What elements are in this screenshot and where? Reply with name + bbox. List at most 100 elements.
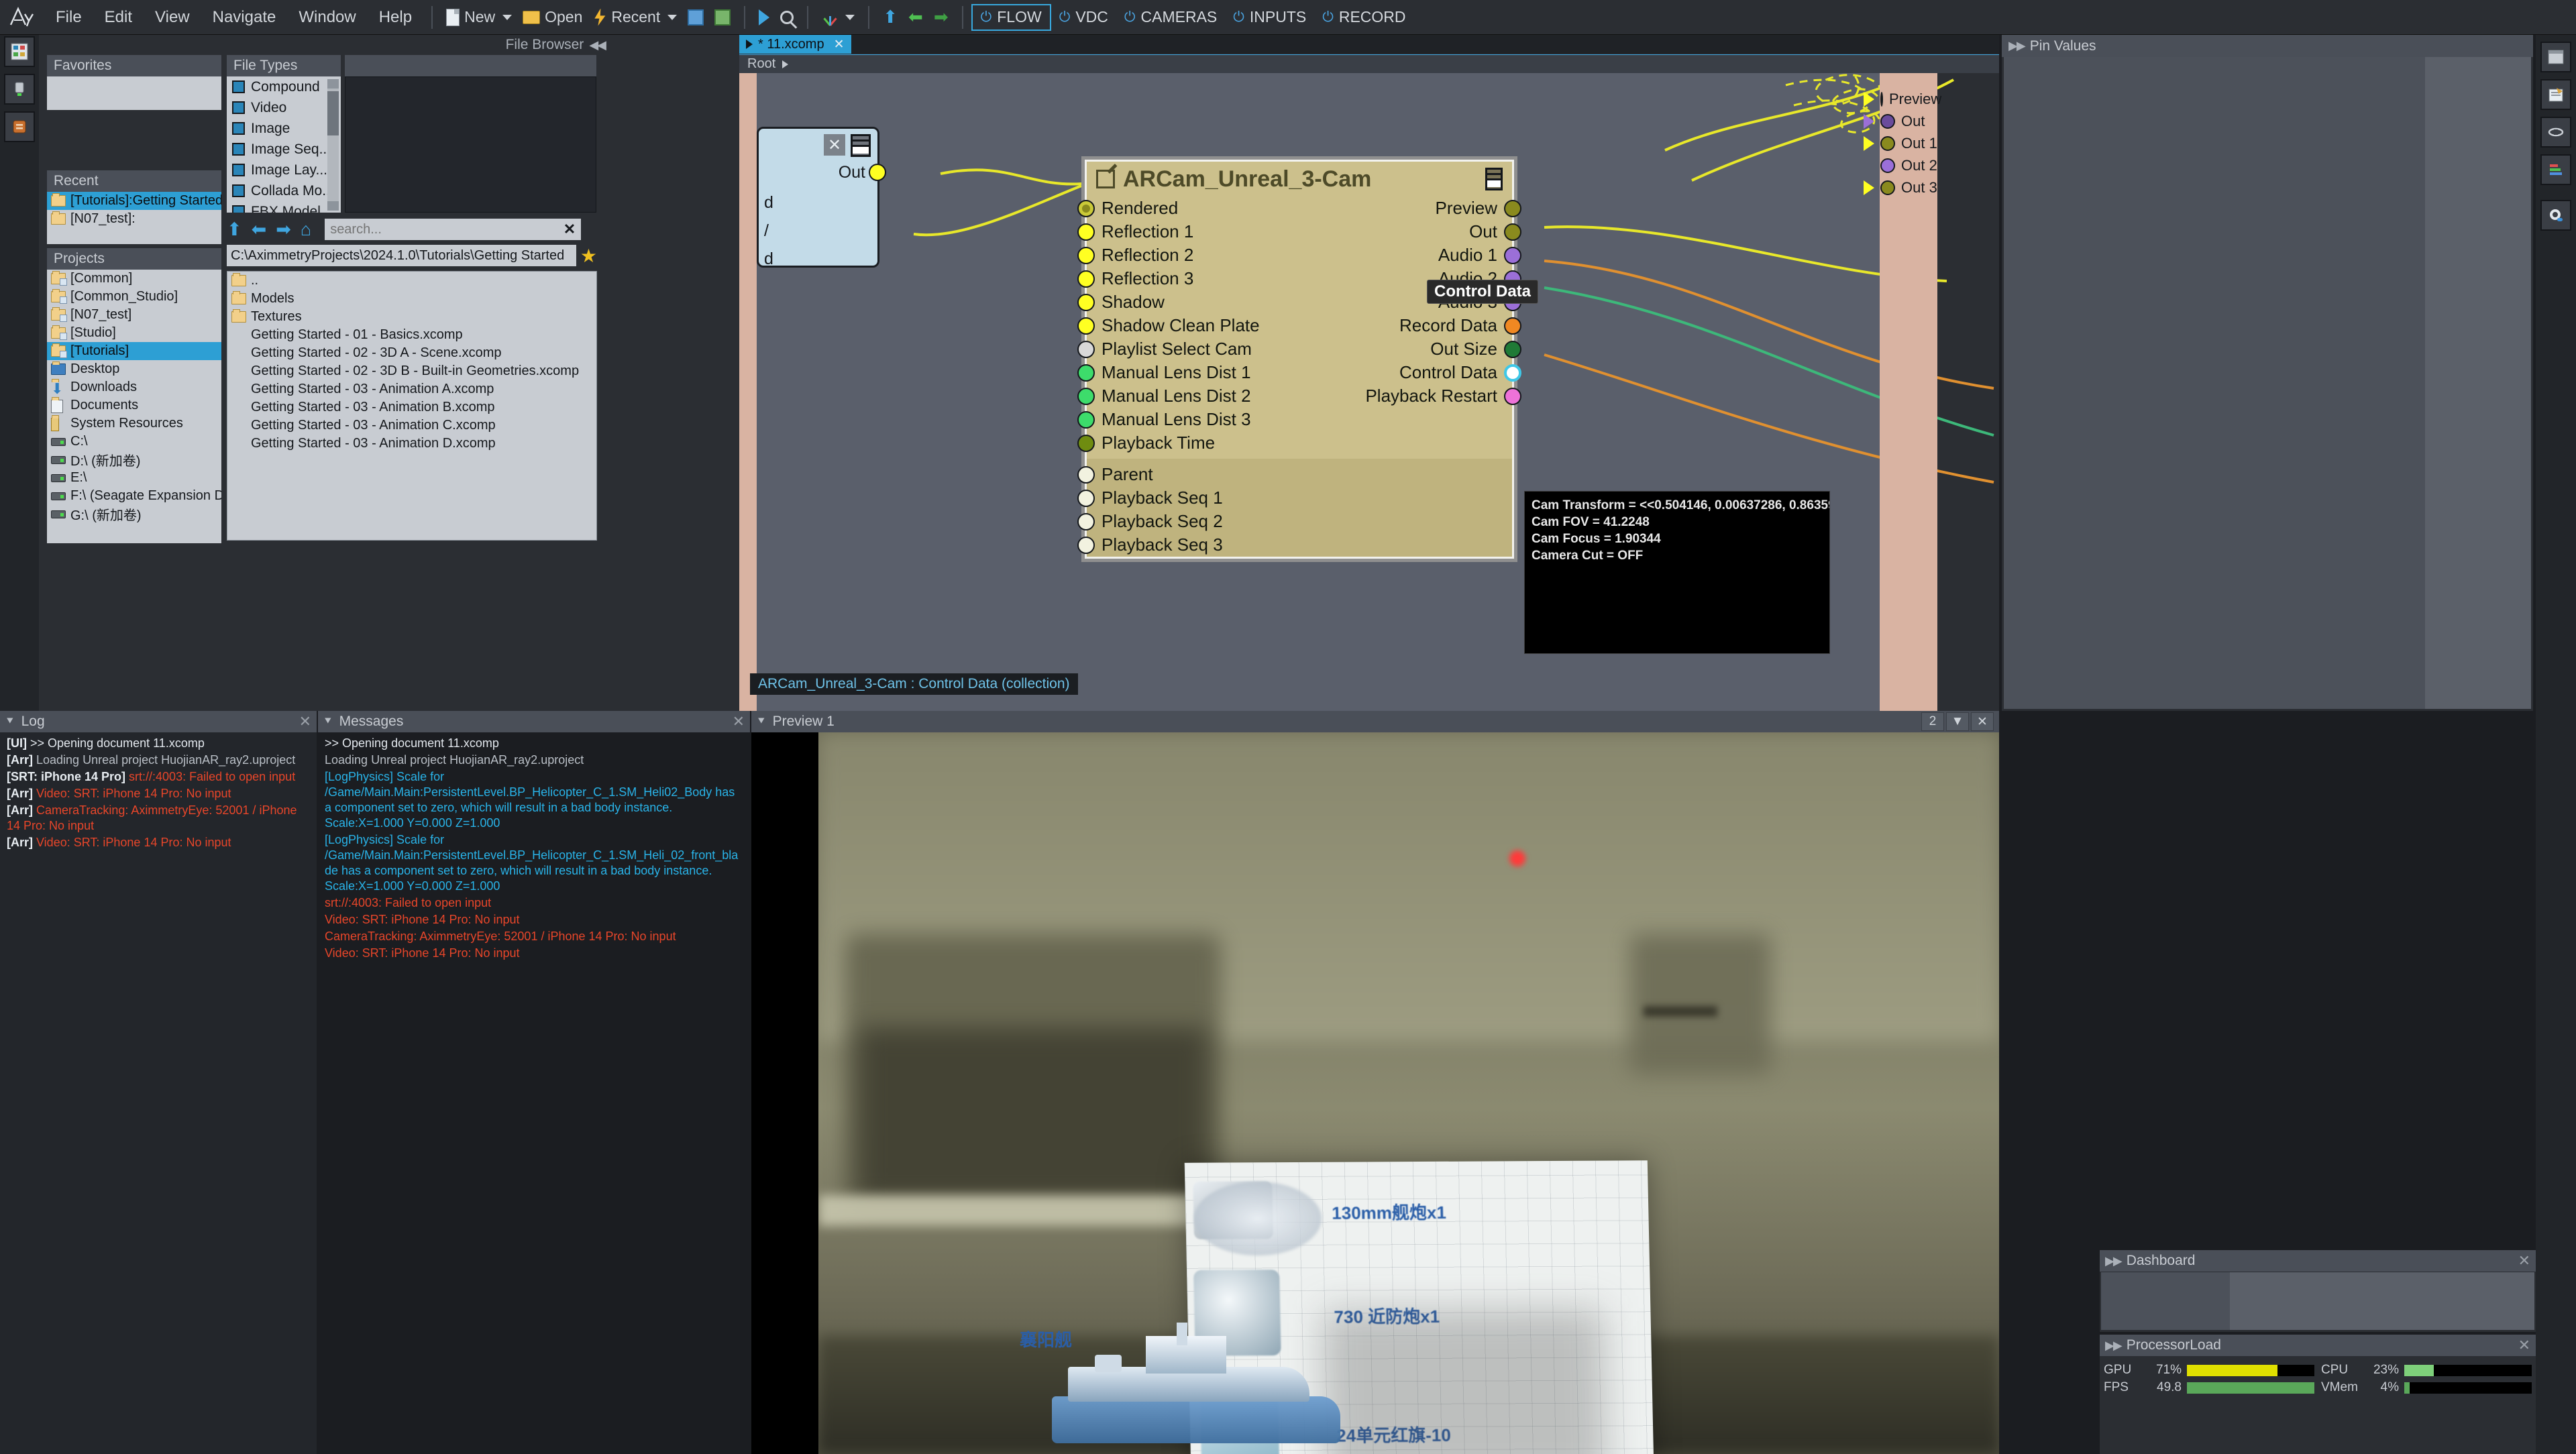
output-pin[interactable] bbox=[1504, 199, 1521, 217]
dashboard-body[interactable] bbox=[2101, 1272, 2534, 1330]
input-pin[interactable] bbox=[1077, 364, 1095, 382]
pin-values-list[interactable] bbox=[2004, 57, 2425, 709]
node-menu-icon[interactable] bbox=[1485, 168, 1503, 190]
file-list-item[interactable]: Getting Started - 03 - Animation A.xcomp bbox=[227, 380, 596, 398]
checkbox[interactable] bbox=[232, 164, 245, 176]
file-list-item[interactable]: Getting Started - 03 - Animation B.xcomp bbox=[227, 398, 596, 416]
output-strip-row[interactable]: Out 2 bbox=[1880, 154, 1937, 176]
mode-record-button[interactable]: ⏻ RECORD bbox=[1314, 4, 1413, 31]
expand-icon[interactable]: ▶▶ bbox=[2105, 1339, 2123, 1353]
log-close-icon[interactable]: ✕ bbox=[299, 713, 311, 730]
rail-button-device[interactable] bbox=[4, 74, 35, 105]
favorite-star-icon[interactable]: ★ bbox=[580, 245, 597, 267]
menu-file[interactable]: File bbox=[44, 0, 93, 35]
mode-vdc-button[interactable]: ⏻ VDC bbox=[1051, 4, 1116, 31]
forward-button[interactable]: ➡ bbox=[928, 0, 954, 35]
go-up-button[interactable]: ⬆ bbox=[877, 0, 903, 35]
checkbox[interactable] bbox=[232, 101, 245, 114]
list-item[interactable]: E:\ bbox=[47, 469, 221, 487]
path-field[interactable]: C:\AximmetryProjects\2024.1.0\Tutorials\… bbox=[227, 245, 576, 266]
input-pin[interactable] bbox=[1077, 512, 1095, 530]
node-menu-icon[interactable] bbox=[851, 134, 871, 157]
rail-button-resources[interactable] bbox=[4, 111, 35, 142]
rail-button-file-browser[interactable] bbox=[4, 36, 35, 67]
file-list-item[interactable]: Getting Started - 03 - Animation D.xcomp bbox=[227, 435, 596, 453]
list-item[interactable]: [N07_test]: bbox=[47, 210, 221, 228]
output-strip-row[interactable]: Out bbox=[1864, 110, 1937, 132]
output-strip-row[interactable]: Out 1 bbox=[1864, 132, 1937, 154]
list-item[interactable]: Documents bbox=[47, 396, 221, 414]
checkbox[interactable] bbox=[232, 184, 245, 197]
list-item[interactable]: [Common_Studio] bbox=[47, 288, 221, 306]
preview-dropdown-button[interactable]: ▼ bbox=[1946, 712, 1969, 731]
checkbox[interactable] bbox=[232, 122, 245, 135]
nav-back-icon[interactable]: ⬅ bbox=[252, 219, 267, 240]
play-button[interactable] bbox=[753, 0, 775, 35]
output-pin[interactable] bbox=[1504, 364, 1521, 382]
menu-view[interactable]: View bbox=[144, 0, 201, 35]
list-item[interactable]: F:\ (Seagate Expansion Drive) bbox=[47, 487, 221, 505]
file-type-item[interactable]: Video bbox=[227, 97, 341, 118]
file-list-item[interactable]: Textures bbox=[227, 308, 596, 326]
file-list-item[interactable]: Getting Started - 02 - 3D B - Built-in G… bbox=[227, 362, 596, 380]
file-type-item[interactable]: Compound bbox=[227, 76, 341, 97]
save-button[interactable] bbox=[682, 0, 709, 35]
nav-forward-icon[interactable]: ➡ bbox=[276, 219, 291, 240]
strip-pin[interactable] bbox=[1880, 180, 1895, 195]
mode-cameras-button[interactable]: ⏻ CAMERAS bbox=[1116, 4, 1225, 31]
upstream-node[interactable]: ✕ Out d / d bbox=[757, 127, 886, 268]
scrollbar-thumb[interactable] bbox=[327, 91, 339, 135]
checkbox[interactable] bbox=[232, 80, 245, 93]
save-all-button[interactable] bbox=[709, 0, 736, 35]
file-list-item[interactable]: Getting Started - 02 - 3D A - Scene.xcom… bbox=[227, 344, 596, 362]
list-item[interactable]: [Tutorials] bbox=[47, 342, 221, 360]
input-pin[interactable] bbox=[1077, 340, 1095, 358]
preview-channel-button[interactable]: 2 bbox=[1921, 712, 1944, 731]
input-pin[interactable] bbox=[1077, 293, 1095, 311]
list-item[interactable]: ⬇ Downloads bbox=[47, 378, 221, 396]
dashboard-close-icon[interactable]: ✕ bbox=[2518, 1252, 2530, 1270]
rail-button-link[interactable] bbox=[2540, 117, 2571, 148]
input-pin[interactable] bbox=[1077, 246, 1095, 264]
list-item[interactable]: D:\ (新加卷) bbox=[47, 451, 221, 469]
list-item[interactable]: [Tutorials]:Getting Started bbox=[47, 192, 221, 210]
menu-edit[interactable]: Edit bbox=[93, 0, 144, 35]
recent-list[interactable]: [Tutorials]:Getting Started [N07_test]: bbox=[47, 192, 221, 244]
output-pin[interactable] bbox=[1504, 340, 1521, 358]
nav-up-icon[interactable]: ⬆ bbox=[227, 219, 242, 240]
input-pin[interactable] bbox=[1077, 199, 1095, 217]
file-type-item[interactable]: FBX Model bbox=[227, 201, 341, 213]
file-types-scrollbar[interactable] bbox=[327, 79, 339, 211]
checkbox[interactable] bbox=[232, 143, 245, 156]
input-pin[interactable] bbox=[1077, 270, 1095, 288]
back-button[interactable]: ⬅ bbox=[903, 0, 928, 35]
input-pin[interactable] bbox=[1077, 489, 1095, 507]
processor-load-close-icon[interactable]: ✕ bbox=[2518, 1337, 2530, 1354]
node-close-icon[interactable]: ✕ bbox=[824, 134, 845, 156]
output-pin[interactable] bbox=[1504, 223, 1521, 241]
mode-inputs-button[interactable]: ⏻ INPUTS bbox=[1225, 4, 1314, 31]
message-lines[interactable]: >> Opening document 11.xcomp Loading Unre… bbox=[318, 732, 750, 964]
node-canvas[interactable]: ✕ Out d / d ARCam_Unreal_3-Cam Rendered P… bbox=[739, 73, 1999, 711]
file-list-item[interactable]: .. bbox=[227, 272, 596, 290]
input-pin[interactable] bbox=[1077, 536, 1095, 554]
arcam-node[interactable]: ARCam_Unreal_3-Cam Rendered Preview Reflec… bbox=[1077, 156, 1521, 562]
collapse-icon[interactable]: ⯆ bbox=[757, 715, 766, 728]
tab-11-xcomp[interactable]: * 11.xcomp ✕ bbox=[739, 35, 851, 54]
expand-icon[interactable]: ▶▶ bbox=[2008, 39, 2026, 53]
file-list-item[interactable]: Getting Started - 01 - Basics.xcomp bbox=[227, 326, 596, 344]
file-type-item[interactable]: Image Lay... bbox=[227, 160, 341, 180]
file-list[interactable]: .. Models Textures Getting Started - 01 - B… bbox=[227, 271, 597, 541]
output-strip-row[interactable]: Preview bbox=[1864, 88, 1941, 110]
rail-button-notes[interactable] bbox=[2540, 79, 2571, 110]
clear-search-icon[interactable]: ✕ bbox=[564, 221, 576, 238]
list-item[interactable]: C:\ bbox=[47, 433, 221, 451]
file-type-item[interactable]: Collada Mo... bbox=[227, 180, 341, 201]
list-item[interactable]: Desktop bbox=[47, 360, 221, 378]
messages-close-icon[interactable]: ✕ bbox=[733, 713, 745, 730]
menu-window[interactable]: Window bbox=[287, 0, 367, 35]
output-strip-row[interactable]: Out 3 bbox=[1864, 176, 1937, 199]
file-type-item[interactable]: Image bbox=[227, 118, 341, 139]
search-box[interactable]: ✕ bbox=[325, 219, 582, 240]
mode-flow-button[interactable]: ⏻ FLOW bbox=[971, 3, 1051, 31]
